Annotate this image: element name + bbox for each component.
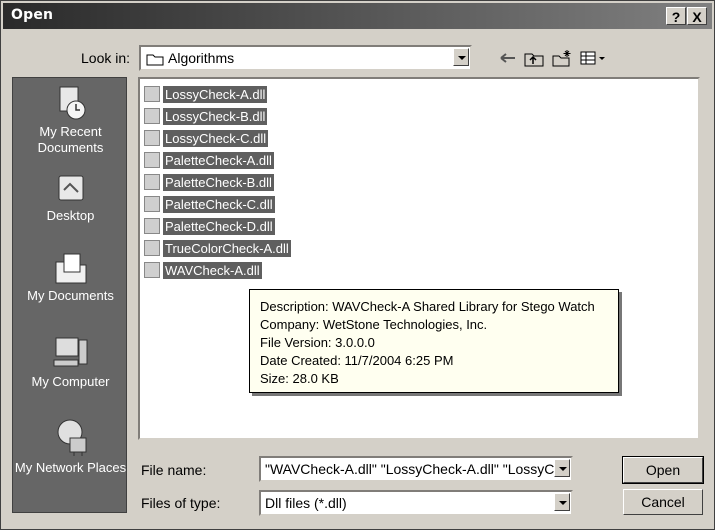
file-name: PaletteCheck-B.dll: [163, 173, 274, 191]
place-desktop[interactable]: Desktop: [13, 172, 128, 224]
file-name: LossyCheck-B.dll: [163, 107, 268, 125]
file-item-truecolorcheck-a[interactable]: TrueColorCheck-A.dll: [144, 238, 291, 258]
places-bar: My Recent Documents Desktop My Documents…: [12, 77, 127, 513]
file-info-tooltip: Description: WAVCheck-A Shared Library f…: [249, 289, 619, 393]
file-item-palettecheck-a[interactable]: PaletteCheck-A.dll: [144, 150, 274, 170]
place-my-computer[interactable]: My Computer: [13, 334, 128, 390]
file-name: LossyCheck-C.dll: [163, 129, 269, 147]
title-bar[interactable]: Open ? X: [3, 3, 712, 29]
file-type-dropdown[interactable]: Dll files (*.dll): [259, 490, 573, 516]
file-item-lossycheck-b[interactable]: LossyCheck-B.dll: [144, 106, 268, 126]
dll-file-icon: [144, 262, 160, 278]
my-computer-icon: [53, 337, 87, 367]
look-in-label: Look in:: [81, 50, 131, 66]
tooltip-description: Description: WAVCheck-A Shared Library f…: [260, 299, 595, 314]
network-places-icon: [57, 419, 86, 456]
dll-file-icon: [144, 196, 160, 212]
file-name: LossyCheck-A.dll: [163, 85, 268, 103]
file-item-wavcheck-a[interactable]: WAVCheck-A.dll: [144, 260, 262, 280]
file-name: PaletteCheck-C.dll: [163, 195, 275, 213]
tooltip-version: File Version: 3.0.0.0: [260, 335, 375, 350]
open-dialog: Open ? X Look in: Algorithms My Recent D…: [0, 0, 715, 530]
file-name: PaletteCheck-D.dll: [163, 217, 275, 235]
tooltip-company: Company: WetStone Technologies, Inc.: [260, 317, 488, 332]
place-label: My Network Places: [14, 460, 127, 475]
place-label: My Documents: [27, 288, 114, 303]
open-button[interactable]: Open: [622, 456, 704, 484]
dll-file-icon: [144, 174, 160, 190]
tooltip-date: Date Created: 11/7/2004 6:25 PM: [260, 353, 454, 368]
dll-file-icon: [144, 130, 160, 146]
file-item-palettecheck-c[interactable]: PaletteCheck-C.dll: [144, 194, 275, 214]
file-type-value: Dll files (*.dll): [265, 495, 347, 511]
place-label: My Computer: [31, 374, 110, 389]
view-menu-icon[interactable]: [579, 49, 609, 67]
look-in-value: Algorithms: [168, 50, 235, 66]
cancel-button[interactable]: Cancel: [623, 489, 703, 515]
file-name: PaletteCheck-A.dll: [163, 151, 274, 169]
dll-file-icon: [144, 152, 160, 168]
file-name-dropdown-button[interactable]: [554, 459, 570, 477]
help-button[interactable]: ?: [666, 7, 686, 25]
folder-icon: [146, 54, 164, 66]
dll-file-icon: [144, 218, 160, 234]
file-item-lossycheck-c[interactable]: LossyCheck-C.dll: [144, 128, 269, 148]
desktop-icon: [58, 175, 83, 201]
file-item-lossycheck-a[interactable]: LossyCheck-A.dll: [144, 84, 268, 104]
dll-file-icon: [144, 108, 160, 124]
new-folder-icon[interactable]: [551, 49, 573, 67]
place-label: My Recent Documents: [37, 124, 104, 155]
look-in-dropdown-button[interactable]: [453, 48, 469, 66]
file-name-label: File name:: [141, 462, 207, 478]
up-one-level-icon[interactable]: [523, 49, 545, 67]
file-item-palettecheck-d[interactable]: PaletteCheck-D.dll: [144, 216, 275, 236]
close-button[interactable]: X: [687, 7, 707, 25]
file-name-value: "WAVCheck-A.dll" "LossyCheck-A.dll" "Los…: [265, 461, 555, 477]
file-name-input[interactable]: "WAVCheck-A.dll" "LossyCheck-A.dll" "Los…: [259, 456, 573, 482]
place-label: Desktop: [46, 208, 95, 223]
place-my-recent-documents[interactable]: My Recent Documents: [13, 84, 128, 156]
dll-file-icon: [144, 240, 160, 256]
back-arrow-icon[interactable]: [498, 49, 520, 67]
file-name: TrueColorCheck-A.dll: [163, 239, 291, 257]
place-my-network-places[interactable]: My Network Places: [13, 416, 128, 476]
file-item-palettecheck-b[interactable]: PaletteCheck-B.dll: [144, 172, 274, 192]
look-in-dropdown[interactable]: Algorithms: [139, 45, 472, 71]
window-title: Open: [11, 7, 54, 23]
recent-documents-icon: [59, 86, 85, 120]
dll-file-icon: [144, 86, 160, 102]
place-my-documents[interactable]: My Documents: [13, 250, 128, 304]
my-documents-icon: [55, 253, 86, 284]
file-type-dropdown-button[interactable]: [554, 493, 570, 511]
tooltip-size: Size: 28.0 KB: [260, 371, 339, 386]
file-type-label: Files of type:: [141, 495, 221, 511]
file-name: WAVCheck-A.dll: [163, 261, 262, 279]
